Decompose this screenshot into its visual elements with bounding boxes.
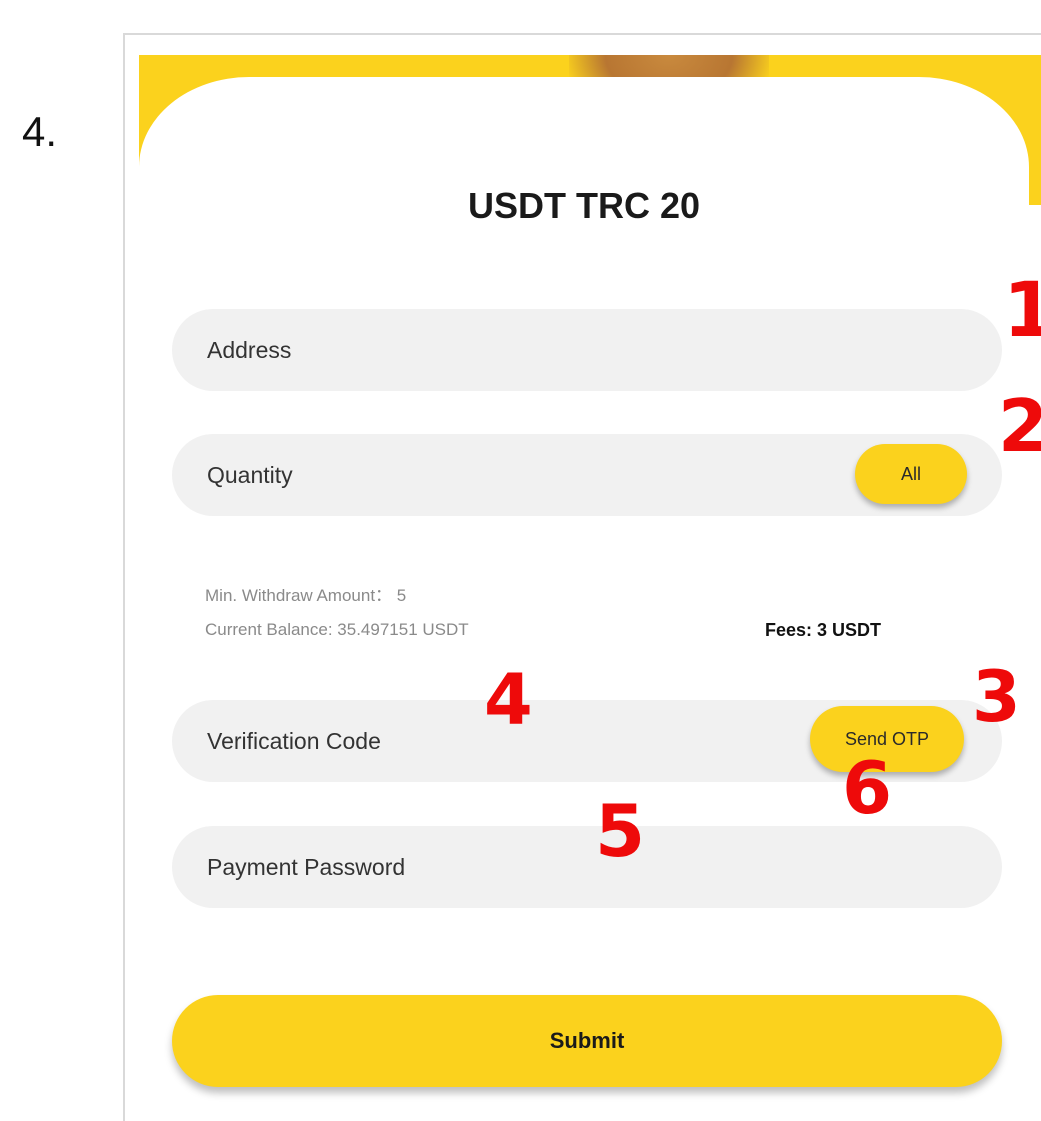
quantity-input[interactable]: Quantity All	[172, 434, 1002, 516]
annotation-1: 1	[1003, 265, 1041, 354]
verification-code-placeholder: Verification Code	[207, 728, 381, 754]
step-number: 4.	[22, 108, 58, 155]
all-button[interactable]: All	[855, 444, 967, 504]
quantity-placeholder: Quantity	[207, 462, 293, 488]
current-balance-text: Current Balance: 35.497151 USDT	[205, 620, 469, 639]
address-input[interactable]: Address	[172, 309, 1002, 391]
submit-button[interactable]: Submit	[172, 995, 1002, 1087]
withdraw-card: USDT TRC 20 Address Quantity All Min. Wi…	[139, 77, 1029, 1121]
payment-password-input[interactable]: Payment Password	[172, 826, 1002, 908]
annotation-6: 6	[842, 746, 893, 830]
page-title: USDT TRC 20	[467, 185, 701, 226]
address-placeholder: Address	[207, 337, 292, 363]
fees-text: Fees: 3 USDT	[765, 620, 882, 640]
annotation-4: 4	[484, 659, 533, 741]
annotation-5: 5	[595, 789, 646, 873]
annotation-3: 3	[972, 656, 1021, 738]
annotation-2: 2	[998, 384, 1041, 468]
payment-password-placeholder: Payment Password	[207, 854, 406, 880]
phone-screen: USDT TRC 20 Address Quantity All Min. Wi…	[123, 33, 1041, 1121]
min-withdraw-text: Min. Withdraw Amount： 5	[205, 586, 407, 605]
